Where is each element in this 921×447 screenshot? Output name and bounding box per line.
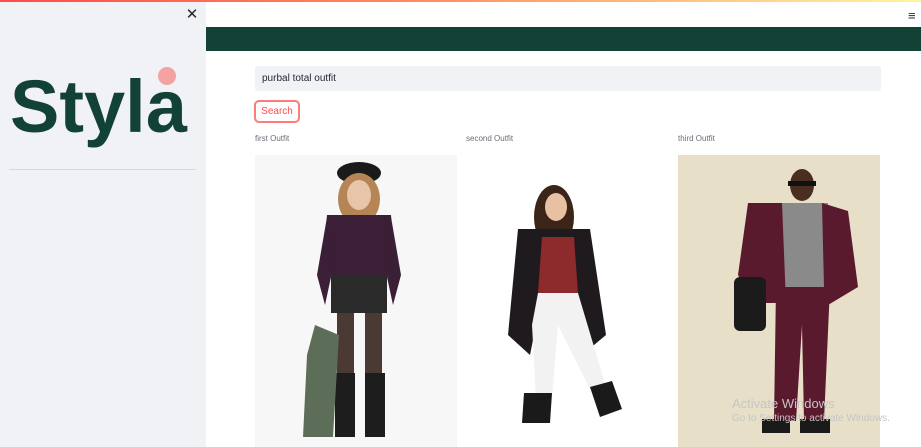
- windows-watermark-subtitle: Go to Settings to activate Windows.: [732, 413, 890, 424]
- sidebar: ✕ Styla: [0, 0, 206, 447]
- outfit-image-1[interactable]: [255, 155, 457, 447]
- search-input[interactable]: [255, 66, 881, 91]
- outfit-caption-1: first Outfit: [255, 134, 290, 143]
- app-logo: Styla: [10, 62, 195, 154]
- main-content: ≡ Search first Outfit second Outfit thir…: [206, 0, 921, 447]
- windows-watermark-title: Activate Windows: [732, 396, 835, 411]
- outfit-image-2[interactable]: [466, 155, 668, 447]
- logo-dot: [158, 67, 176, 85]
- outfit-caption-2: second Outfit: [466, 134, 514, 143]
- accent-banner: [206, 27, 921, 51]
- header: ≡: [206, 2, 921, 27]
- sidebar-divider: [9, 169, 196, 170]
- top-decoration-bar: [0, 0, 921, 2]
- close-icon[interactable]: ✕: [184, 7, 200, 23]
- hamburger-menu-icon[interactable]: ≡: [908, 9, 920, 22]
- search-button[interactable]: Search: [254, 100, 300, 123]
- outfit-caption-3: third Outfit: [678, 134, 715, 143]
